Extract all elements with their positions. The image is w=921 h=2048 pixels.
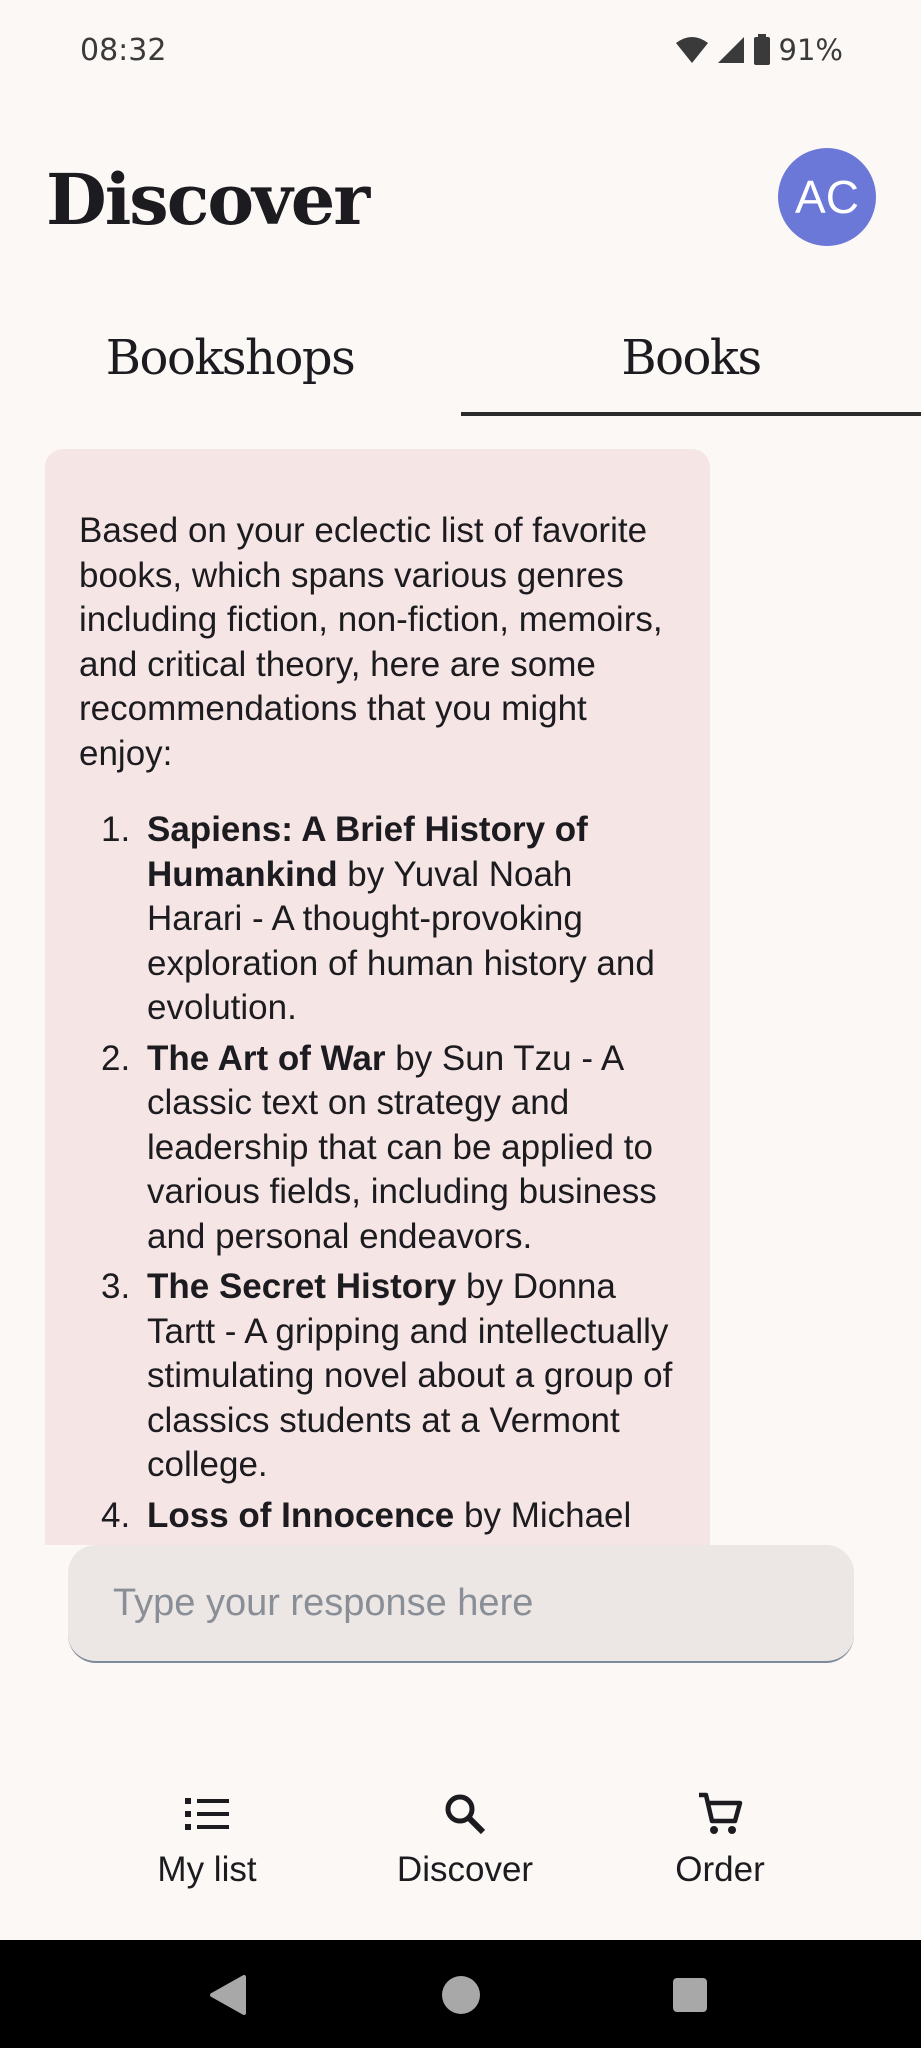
bottom-navigation: My list Discover Order — [0, 1760, 921, 1940]
list-number: 4. — [101, 1495, 131, 1535]
list-number: 1. — [101, 810, 131, 849]
recommendation-item: 3. The Secret History by Donna Tartt - A… — [79, 1265, 676, 1488]
system-navigation-bar — [0, 1940, 921, 2048]
tab-books[interactable]: Books — [461, 300, 921, 416]
assistant-message: Based on your eclectic list of favorite … — [45, 449, 710, 1545]
wifi-icon — [675, 37, 708, 63]
list-number: 2. — [101, 1038, 131, 1078]
search-icon — [443, 1782, 487, 1846]
recommendation-item: 4. Loss of Innocence by Michael — [79, 1494, 676, 1539]
list-icon — [185, 1782, 229, 1846]
response-input-container — [68, 1545, 854, 1663]
nav-my-list[interactable]: My list — [87, 1760, 327, 1910]
avatar[interactable]: AC — [778, 148, 876, 246]
book-title: Loss of Innocence — [147, 1495, 455, 1535]
tab-bar: Bookshops Books — [0, 300, 921, 416]
book-title: The Secret History — [147, 1267, 457, 1306]
battery-percentage: 91% — [778, 33, 843, 67]
recommendation-list: 1. Sapiens: A Brief History of Humankind… — [79, 808, 676, 1538]
page-title: Discover — [46, 158, 370, 241]
book-title: The Art of War — [147, 1038, 386, 1078]
recents-icon[interactable] — [671, 1976, 709, 2014]
avatar-initials: AC — [795, 171, 859, 223]
recommendation-item: 1. Sapiens: A Brief History of Humankind… — [79, 808, 676, 1031]
home-icon[interactable] — [440, 1974, 482, 2016]
response-input[interactable] — [68, 1545, 854, 1661]
nav-label: Order — [675, 1850, 765, 1889]
list-number: 3. — [101, 1267, 131, 1306]
status-time: 08:32 — [80, 33, 167, 68]
recommendation-item: 2. The Art of War by Sun Tzu - A classic… — [79, 1037, 676, 1260]
signal-icon — [717, 37, 744, 63]
message-intro: Based on your eclectic list of favorite … — [79, 511, 663, 773]
nav-discover[interactable]: Discover — [345, 1760, 585, 1910]
cart-icon — [697, 1782, 743, 1846]
nav-label: My list — [157, 1850, 257, 1889]
back-icon[interactable] — [208, 1974, 248, 2016]
tab-bookshops[interactable]: Bookshops — [0, 300, 460, 416]
nav-order[interactable]: Order — [600, 1760, 840, 1910]
tab-selected-indicator — [461, 412, 921, 416]
nav-label: Discover — [396, 1850, 534, 1889]
book-description: by Michael — [454, 1495, 632, 1535]
status-icons: 91% — [675, 30, 843, 70]
battery-icon — [753, 34, 770, 65]
status-bar: 08:32 91% — [0, 0, 921, 104]
